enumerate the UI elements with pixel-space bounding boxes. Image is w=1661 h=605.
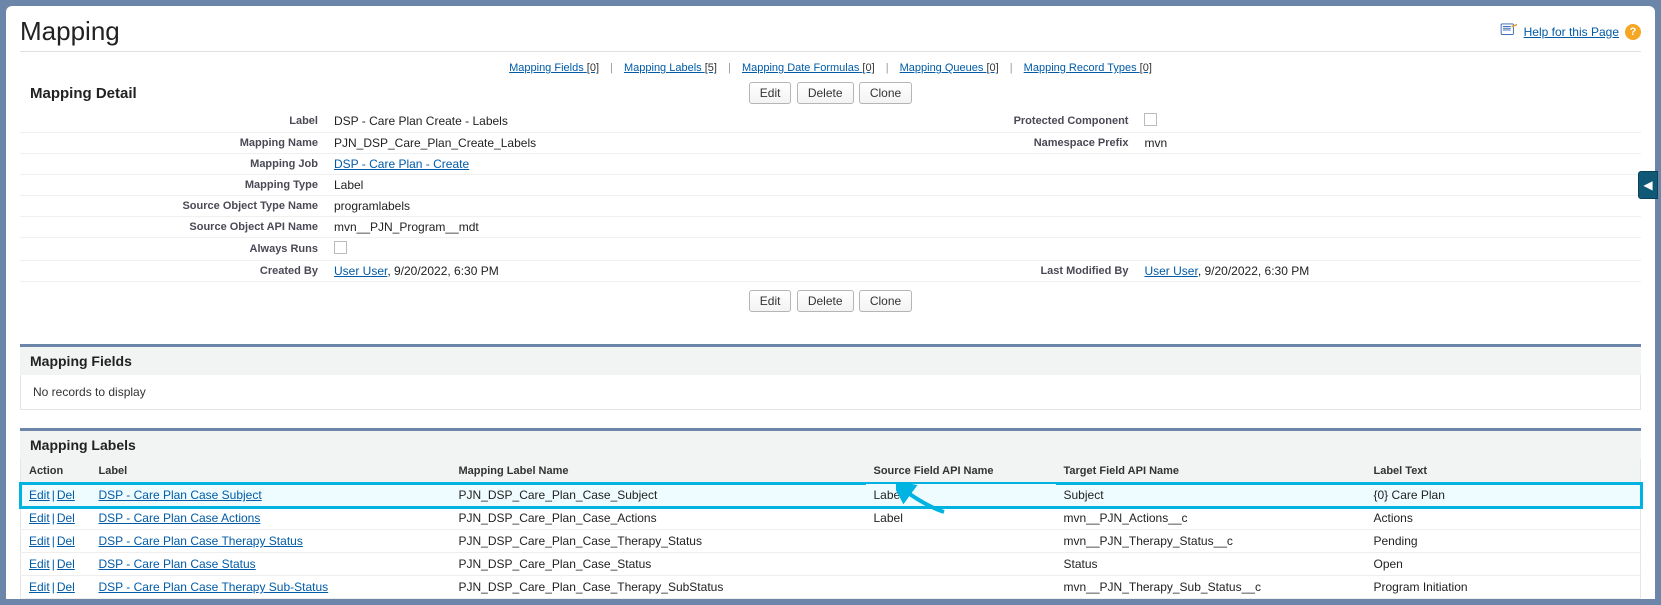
page-title: Mapping bbox=[20, 16, 120, 47]
row-label-link[interactable]: DSP - Care Plan Case Status bbox=[99, 557, 256, 571]
row-text: Open bbox=[1366, 553, 1641, 576]
delete-button-bottom[interactable]: Delete bbox=[797, 290, 854, 312]
table-row: Edit|Del DSP - Care Plan Case Therapy Su… bbox=[21, 576, 1641, 599]
field-label: Source Object Type Name bbox=[20, 196, 328, 217]
mapping-fields-title: Mapping Fields bbox=[20, 344, 1641, 375]
col-target-field: Target Field API Name bbox=[1056, 459, 1366, 484]
row-tgt: mvn__PJN_Therapy_Sub_Status__c bbox=[1056, 576, 1366, 599]
row-src: Label bbox=[874, 488, 903, 502]
field-value: PJN_DSP_Care_Plan_Create_Labels bbox=[328, 133, 831, 154]
row-tgt: mvn__PJN_Therapy_Status__c bbox=[1056, 530, 1366, 553]
mapping-fields-empty: No records to display bbox=[20, 375, 1641, 410]
mapping-labels-title: Mapping Labels bbox=[20, 428, 1641, 459]
col-mapping-label-name: Mapping Label Name bbox=[451, 459, 866, 484]
modified-by-user-link[interactable]: User User bbox=[1144, 264, 1197, 278]
field-label: Mapping Name bbox=[20, 133, 328, 154]
rel-link-labels[interactable]: Mapping Labels [5] bbox=[624, 62, 717, 74]
row-edit-link[interactable]: Edit bbox=[29, 488, 50, 502]
field-label: Always Runs bbox=[20, 238, 328, 261]
row-tgt: Status bbox=[1056, 553, 1366, 576]
detail-table: Label DSP - Care Plan Create - Labels Pr… bbox=[20, 110, 1641, 282]
row-text: Actions bbox=[1366, 507, 1641, 530]
row-mname: PJN_DSP_Care_Plan_Case_Therapy_Status bbox=[451, 530, 866, 553]
row-label-link[interactable]: DSP - Care Plan Case Therapy Status bbox=[99, 534, 303, 548]
table-row: Edit|Del DSP - Care Plan Case Actions PJ… bbox=[21, 507, 1641, 530]
row-tgt: Subject bbox=[1056, 484, 1366, 507]
side-expand-tab[interactable]: ◀ bbox=[1638, 171, 1658, 199]
always-runs-checkbox bbox=[334, 241, 347, 254]
row-mname: PJN_DSP_Care_Plan_Case_Actions bbox=[451, 507, 866, 530]
row-del-link[interactable]: Del bbox=[57, 488, 75, 502]
col-label: Label bbox=[91, 459, 451, 484]
row-src bbox=[866, 530, 1056, 553]
mapping-fields-section: Mapping Fields No records to display bbox=[20, 344, 1641, 410]
field-label: Mapping Type bbox=[20, 175, 328, 196]
chevron-left-icon: ◀ bbox=[1643, 178, 1652, 192]
row-edit-link[interactable]: Edit bbox=[29, 511, 50, 525]
mapping-job-link[interactable]: DSP - Care Plan - Create bbox=[334, 157, 469, 171]
field-value: programlabels bbox=[328, 196, 831, 217]
mapping-labels-section: Mapping Labels Action Label Mapping Labe… bbox=[20, 428, 1641, 599]
edit-button-bottom[interactable]: Edit bbox=[749, 290, 792, 312]
rel-link-date-formulas[interactable]: Mapping Date Formulas [0] bbox=[742, 62, 875, 74]
row-src: Label bbox=[866, 507, 1056, 530]
row-del-link[interactable]: Del bbox=[57, 580, 75, 594]
field-label: Source Object API Name bbox=[20, 217, 328, 238]
mapping-labels-table: Action Label Mapping Label Name Source F… bbox=[20, 459, 1641, 599]
row-src bbox=[866, 553, 1056, 576]
table-row: Edit|Del DSP - Care Plan Case Therapy St… bbox=[21, 530, 1641, 553]
created-by-user-link[interactable]: User User bbox=[334, 264, 387, 278]
field-label: Created By bbox=[20, 261, 328, 282]
related-list-links: Mapping Fields [0] | Mapping Labels [5] … bbox=[20, 52, 1641, 82]
rel-link-queues[interactable]: Mapping Queues [0] bbox=[900, 62, 999, 74]
field-value: DSP - Care Plan Create - Labels bbox=[328, 110, 831, 133]
row-mname: PJN_DSP_Care_Plan_Case_Subject bbox=[451, 484, 866, 507]
protected-checkbox bbox=[1144, 113, 1157, 126]
row-edit-link[interactable]: Edit bbox=[29, 580, 50, 594]
row-tgt: mvn__PJN_Actions__c bbox=[1056, 507, 1366, 530]
help-link[interactable]: Help for this Page bbox=[1524, 25, 1619, 39]
help-page-icon bbox=[1500, 23, 1518, 40]
field-value: mvn__PJN_Program__mdt bbox=[328, 217, 831, 238]
edit-button[interactable]: Edit bbox=[749, 82, 792, 104]
modified-by-ts: , 9/20/2022, 6:30 PM bbox=[1198, 264, 1309, 278]
table-row: Edit|Del DSP - Care Plan Case Subject PJ… bbox=[21, 484, 1641, 507]
row-del-link[interactable]: Del bbox=[57, 557, 75, 571]
row-edit-link[interactable]: Edit bbox=[29, 534, 50, 548]
row-label-link[interactable]: DSP - Care Plan Case Therapy Sub-Status bbox=[99, 580, 329, 594]
rel-link-record-types[interactable]: Mapping Record Types [0] bbox=[1024, 62, 1152, 74]
row-del-link[interactable]: Del bbox=[57, 534, 75, 548]
row-mname: PJN_DSP_Care_Plan_Case_Therapy_SubStatus bbox=[451, 576, 866, 599]
row-text: Program Initiation bbox=[1366, 576, 1641, 599]
clone-button[interactable]: Clone bbox=[859, 82, 912, 104]
row-text: {0} Care Plan bbox=[1366, 484, 1641, 507]
row-label-link[interactable]: DSP - Care Plan Case Actions bbox=[99, 511, 261, 525]
field-label: Label bbox=[20, 110, 328, 133]
row-text: Pending bbox=[1366, 530, 1641, 553]
row-src bbox=[866, 576, 1056, 599]
table-row: Edit|Del DSP - Care Plan Case Status PJN… bbox=[21, 553, 1641, 576]
field-label: Mapping Job bbox=[20, 154, 328, 175]
row-label-link[interactable]: DSP - Care Plan Case Subject bbox=[99, 488, 262, 502]
created-by-ts: , 9/20/2022, 6:30 PM bbox=[387, 264, 498, 278]
delete-button[interactable]: Delete bbox=[797, 82, 854, 104]
field-label: Namespace Prefix bbox=[830, 133, 1138, 154]
rel-link-fields[interactable]: Mapping Fields [0] bbox=[509, 62, 599, 74]
col-action: Action bbox=[21, 459, 91, 484]
field-label: Last Modified By bbox=[830, 261, 1138, 282]
detail-section-title: Mapping Detail bbox=[20, 85, 280, 102]
col-label-text: Label Text bbox=[1366, 459, 1641, 484]
row-edit-link[interactable]: Edit bbox=[29, 557, 50, 571]
row-del-link[interactable]: Del bbox=[57, 511, 75, 525]
field-value: Label bbox=[328, 175, 831, 196]
row-mname: PJN_DSP_Care_Plan_Case_Status bbox=[451, 553, 866, 576]
help-question-icon[interactable]: ? bbox=[1625, 24, 1641, 40]
col-source-field: Source Field API Name bbox=[866, 459, 1056, 484]
field-value: mvn bbox=[1138, 133, 1641, 154]
field-label: Protected Component bbox=[830, 110, 1138, 133]
clone-button-bottom[interactable]: Clone bbox=[859, 290, 912, 312]
